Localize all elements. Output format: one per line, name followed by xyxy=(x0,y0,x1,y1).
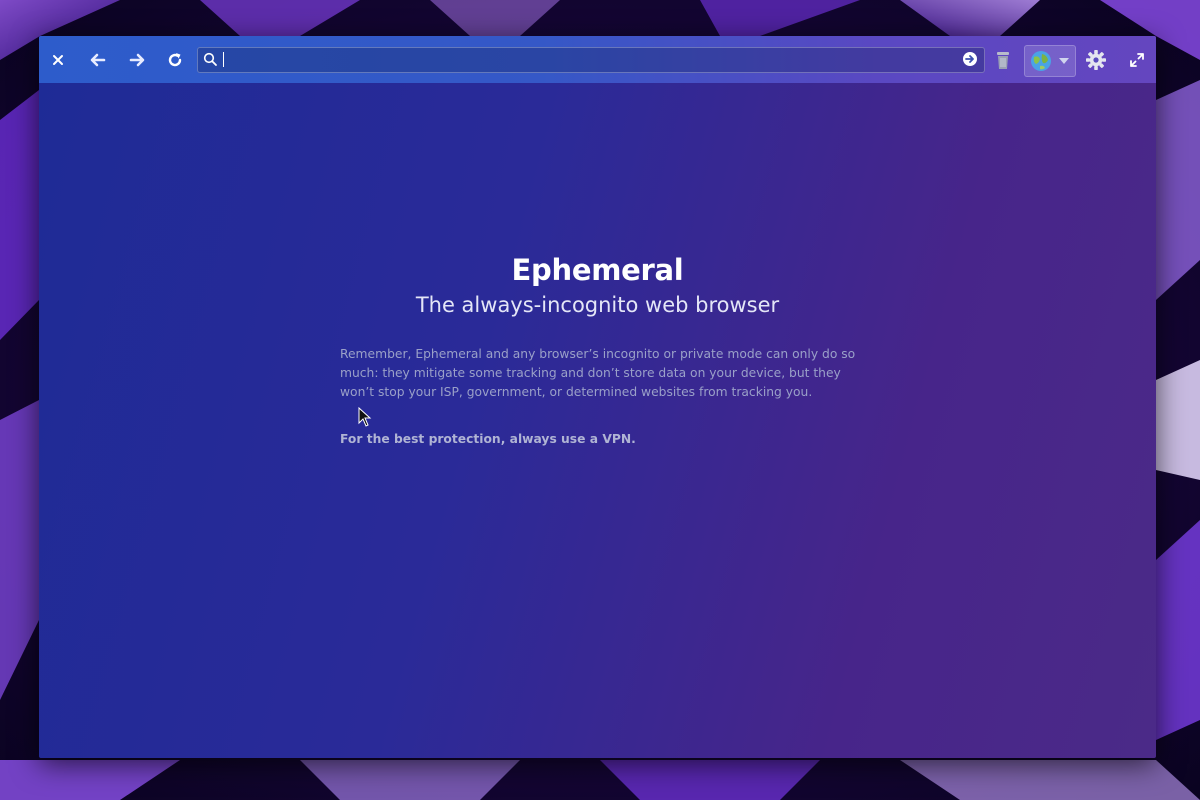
welcome-page: Ephemeral The always-incognito web brows… xyxy=(39,83,1156,758)
welcome-title: Ephemeral xyxy=(511,253,684,287)
trash-icon xyxy=(997,52,1009,69)
forward-button[interactable] xyxy=(123,46,151,74)
gear-icon xyxy=(1086,50,1106,70)
privacy-notice: Remember, Ephemeral and any browser’s in… xyxy=(340,347,856,399)
arrow-left-icon xyxy=(90,53,106,67)
go-arrow-icon[interactable] xyxy=(962,51,978,67)
reload-icon xyxy=(168,53,182,67)
open-in-browser-button[interactable] xyxy=(1024,45,1076,77)
search-icon xyxy=(203,52,217,66)
vpn-recommendation: For the best protection, always use a VP… xyxy=(340,432,636,446)
browser-window: Ephemeral The always-incognito web brows… xyxy=(39,36,1156,758)
globe-icon xyxy=(1031,51,1051,71)
url-input[interactable] xyxy=(222,50,952,68)
mouse-pointer-icon xyxy=(358,407,372,427)
erase-button[interactable] xyxy=(989,46,1017,74)
header-bar xyxy=(39,36,1156,83)
chevron-down-icon xyxy=(1059,58,1069,64)
text-caret xyxy=(223,52,224,67)
back-button[interactable] xyxy=(84,46,112,74)
fullscreen-button[interactable] xyxy=(1123,46,1151,74)
reload-button[interactable] xyxy=(161,46,189,74)
close-icon xyxy=(53,55,63,65)
close-button[interactable] xyxy=(44,46,72,74)
arrow-right-icon xyxy=(129,53,145,67)
fullscreen-icon xyxy=(1130,53,1144,67)
url-bar[interactable] xyxy=(197,47,985,73)
welcome-subtitle: The always-incognito web browser xyxy=(415,293,780,317)
settings-button[interactable] xyxy=(1082,46,1110,74)
